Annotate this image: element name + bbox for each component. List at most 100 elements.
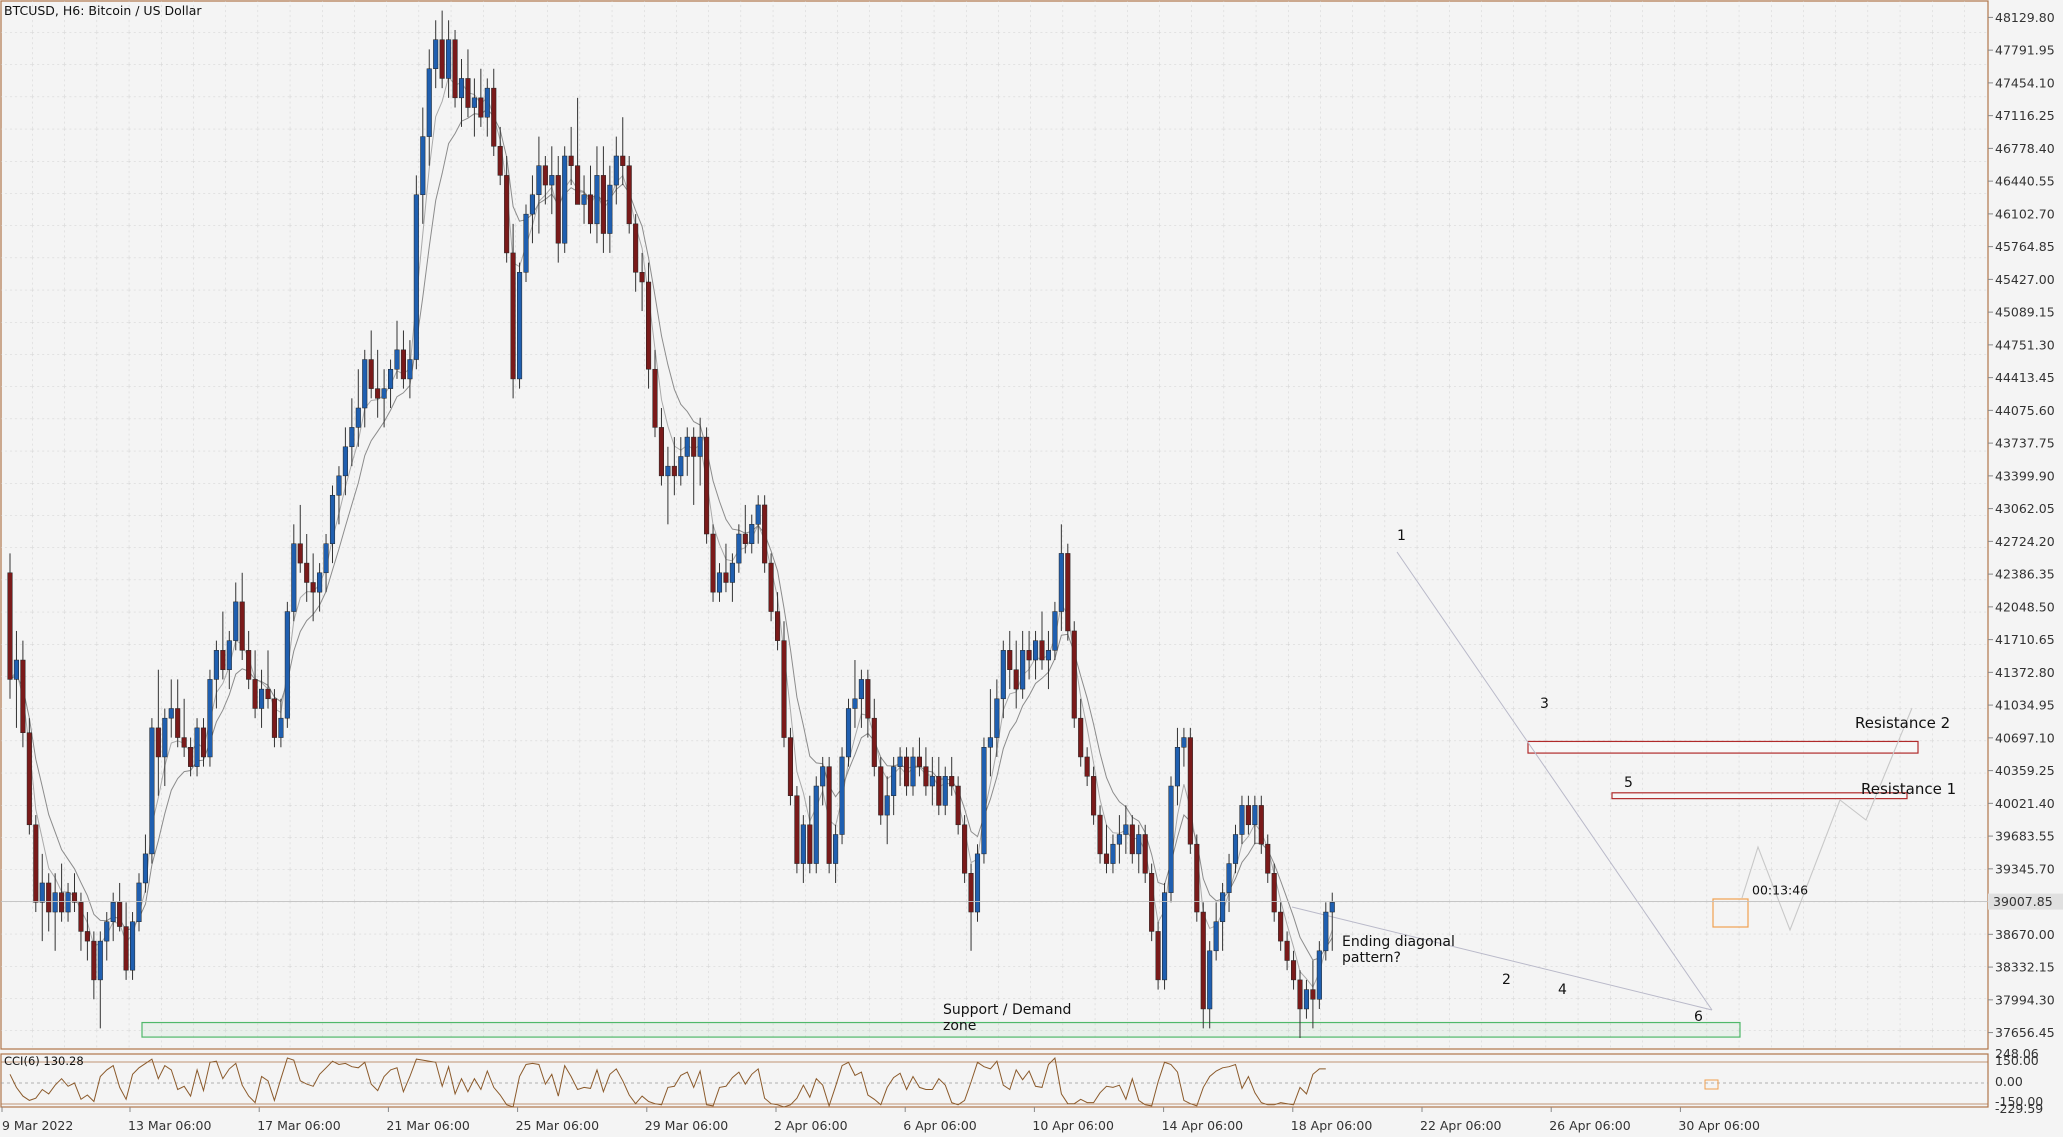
- candle-body-bear: [968, 873, 974, 913]
- candle[interactable]: [794, 786, 800, 874]
- candle-body-bear: [575, 165, 581, 205]
- candle-body-bull: [1220, 892, 1226, 922]
- candle-body-bull: [349, 427, 355, 448]
- candle-body-bull: [891, 766, 897, 796]
- candle-body-bull: [407, 359, 413, 380]
- candle-body-bear: [542, 165, 548, 186]
- candle-body-bear: [1271, 873, 1277, 913]
- candle[interactable]: [704, 427, 710, 544]
- candle-body-bear: [439, 39, 445, 79]
- candle[interactable]: [762, 495, 768, 573]
- candle-body-bull: [1207, 950, 1213, 1010]
- candle[interactable]: [768, 553, 774, 622]
- candle-body-bull: [362, 359, 368, 409]
- candle-body-bull: [433, 39, 439, 70]
- candle[interactable]: [878, 756, 884, 825]
- candle-body-bear: [20, 659, 26, 733]
- candle-body-bull: [168, 708, 174, 719]
- candle-body-bear: [723, 572, 729, 583]
- candle-body-bear: [555, 175, 561, 244]
- candle-body-bear: [78, 902, 84, 932]
- price-tick-label: 38670.00: [1995, 927, 2055, 942]
- candle[interactable]: [517, 262, 523, 389]
- candle[interactable]: [1155, 921, 1161, 990]
- candle-body-bear: [252, 679, 258, 709]
- candle-body-bull: [736, 533, 742, 564]
- candle[interactable]: [845, 698, 852, 767]
- candle-body-bull: [1226, 863, 1232, 893]
- candle-body-bull: [317, 572, 323, 593]
- candle[interactable]: [1071, 621, 1077, 728]
- candle-body-bear: [768, 562, 774, 612]
- resistance-2-zone[interactable]: [1527, 740, 1919, 754]
- price-tick-label: 42386.35: [1995, 567, 2055, 582]
- price-tick-label: 43062.05: [1995, 501, 2055, 516]
- candle-body-bull: [52, 892, 58, 913]
- candle-body-bear: [878, 766, 884, 816]
- candle[interactable]: [1065, 543, 1071, 641]
- candle[interactable]: [523, 204, 529, 282]
- candle-body-bull: [729, 562, 735, 583]
- candle[interactable]: [7, 553, 13, 699]
- candle[interactable]: [1149, 863, 1155, 942]
- candle[interactable]: [974, 844, 981, 922]
- price-tick-label: 45089.15: [1995, 305, 2055, 320]
- candle-body-bear: [865, 679, 871, 719]
- candle[interactable]: [1162, 882, 1168, 990]
- candle[interactable]: [1194, 834, 1200, 922]
- candle-body-bull: [471, 97, 477, 108]
- candle-body-bear: [955, 785, 961, 826]
- candle-body-bear: [59, 892, 65, 913]
- candle-body-bull: [523, 213, 529, 273]
- candle[interactable]: [626, 155, 632, 234]
- candle-body-bull: [581, 194, 587, 205]
- candle[interactable]: [962, 815, 968, 883]
- candle[interactable]: [413, 175, 419, 370]
- candle[interactable]: [826, 756, 832, 874]
- candle-body-bear: [491, 87, 497, 147]
- candle-body-bull: [813, 785, 819, 864]
- resistance-1-label: Resistance 1: [1861, 780, 1956, 798]
- candle[interactable]: [33, 815, 39, 913]
- candle-body-bear: [787, 737, 794, 796]
- candle-body-bull: [1020, 650, 1026, 690]
- candle[interactable]: [813, 776, 819, 874]
- candle-body-bull: [536, 165, 542, 196]
- candle[interactable]: [562, 146, 568, 253]
- candle-body-bull: [162, 717, 168, 758]
- candle-body-bull: [845, 708, 852, 758]
- candle[interactable]: [1316, 941, 1322, 1009]
- candle[interactable]: [981, 737, 987, 864]
- candle[interactable]: [149, 718, 155, 864]
- candle[interactable]: [130, 912, 136, 980]
- candle-body-bear: [710, 533, 716, 593]
- candle-body-bull: [1000, 650, 1006, 700]
- candle-body-bear: [504, 175, 510, 254]
- candle-body-bear: [671, 465, 677, 477]
- price-tick-label: 37994.30: [1995, 992, 2055, 1007]
- candle-body-bear: [794, 795, 800, 864]
- candle-body-bull: [910, 756, 916, 787]
- candle-body-bear: [923, 766, 929, 787]
- candle-body-bear: [1200, 911, 1206, 1010]
- candle[interactable]: [1187, 727, 1193, 854]
- candle-body-bear: [46, 882, 52, 913]
- candle[interactable]: [452, 29, 458, 108]
- candle[interactable]: [839, 747, 845, 845]
- candle-body-bear: [807, 824, 813, 864]
- candle[interactable]: [787, 727, 794, 806]
- candle[interactable]: [1168, 776, 1174, 903]
- price-tick-label: 47454.10: [1995, 75, 2055, 90]
- candle[interactable]: [284, 601, 290, 728]
- candle-body-bull: [1168, 785, 1174, 893]
- candle-body-bear: [639, 272, 645, 283]
- candle-body-bull: [104, 921, 110, 942]
- support-demand-zone[interactable]: [141, 1021, 1741, 1038]
- candle[interactable]: [710, 524, 716, 602]
- candle-body-bear: [626, 165, 632, 225]
- candle[interactable]: [26, 718, 32, 835]
- time-tick-label: 13 Mar 06:00: [128, 1118, 212, 1133]
- candle[interactable]: [207, 669, 213, 767]
- price-tick-label: 39345.70: [1995, 861, 2055, 876]
- candle-body-bull: [97, 940, 103, 981]
